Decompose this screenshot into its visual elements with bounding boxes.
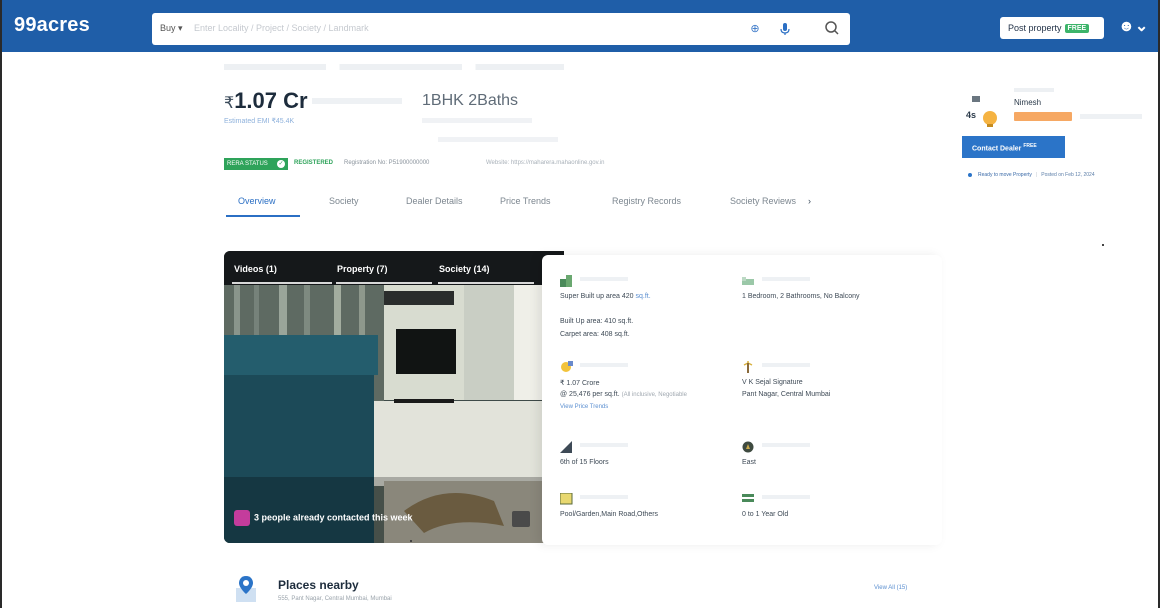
status-dot-icon <box>968 172 972 177</box>
contact-dealer-button[interactable]: Contact Dealer FREE <box>962 136 1065 158</box>
check-icon: ✓ <box>277 160 285 168</box>
site-logo[interactable]: 99acres <box>14 14 90 37</box>
locality-name: Pant Nagar, Central Mumbai <box>742 391 831 398</box>
speck <box>410 540 412 542</box>
dealer-meta <box>1080 114 1142 119</box>
price-crore: ₹ 1.07 Crore <box>560 380 600 387</box>
location-target-icon[interactable]: ⊕ <box>748 22 762 36</box>
detail-label <box>580 443 628 447</box>
media-tab-property[interactable]: Property (7) <box>337 264 388 274</box>
search-icon[interactable] <box>824 20 840 36</box>
calendar-icon <box>742 494 754 502</box>
media-gallery[interactable]: Videos (1) Property (7) Society (14) 3 p… <box>224 251 564 543</box>
tab-registry-records[interactable]: Registry Records <box>612 196 681 206</box>
view-all-places-link[interactable]: View All (15) <box>874 585 907 591</box>
svg-text:4s: 4s <box>966 110 976 120</box>
floor-value: 6th of 15 Floors <box>560 459 609 466</box>
built-up-area: Built Up area: 410 sq.ft. <box>560 318 634 325</box>
top-navbar: 99acres Buy ▾ Enter Locality / Project /… <box>2 0 1158 52</box>
media-tab-line <box>336 282 432 284</box>
section-tabs: Overview Society Dealer Details Price Tr… <box>224 188 824 218</box>
active-tab-indicator <box>226 215 300 217</box>
expand-icon[interactable] <box>512 511 530 527</box>
tab-price-trends[interactable]: Price Trends <box>500 196 551 206</box>
property-photo[interactable] <box>224 251 564 543</box>
listing-price: ₹1.07 Cr <box>224 88 308 114</box>
configuration-value: 1 Bedroom, 2 Bathrooms, No Balcony <box>742 293 860 300</box>
listing-config: 1BHK 2Baths <box>422 92 519 109</box>
detail-label <box>580 363 628 367</box>
detail-label <box>762 277 810 281</box>
overlooking-value: Pool/Garden,Main Road,Others <box>560 511 659 518</box>
page: 99acres Buy ▾ Enter Locality / Project /… <box>0 0 1160 608</box>
map-pin-icon <box>236 576 256 602</box>
post-property-label: Post property <box>1008 23 1062 33</box>
dealer-tag <box>1014 112 1072 121</box>
price-per-sqft: @ 25,476 per sq.ft. (All inclusive, Nego… <box>560 391 687 398</box>
detail-label <box>762 495 810 499</box>
dealer-panel: 4s Nimesh Contact Dealer FREE Ready to m… <box>962 86 1152 186</box>
price-value: 1.07 Cr <box>234 88 308 113</box>
tab-society-reviews[interactable]: Society Reviews <box>730 196 796 206</box>
emi-link[interactable]: Estimated EMI ₹45.4K <box>224 117 294 125</box>
bed-icon <box>742 277 754 285</box>
search-type-dropdown[interactable]: Buy ▾ <box>160 23 183 34</box>
contacted-banner: 3 people already contacted this week <box>234 510 413 526</box>
detail-label <box>580 495 628 499</box>
people-icon <box>234 510 250 526</box>
config-subtext <box>422 118 532 123</box>
area-icon <box>560 275 572 287</box>
free-badge: FREE <box>1064 24 1090 34</box>
price-subtext <box>312 98 402 104</box>
compass-icon <box>742 441 754 453</box>
user-account-icon[interactable]: ☻⌄ <box>1118 16 1148 36</box>
currency-symbol: ₹ <box>224 95 235 112</box>
detail-label <box>580 277 628 281</box>
price-tag-icon <box>561 361 573 372</box>
registration-number: Registration No: P51900000000 <box>344 160 430 166</box>
view-price-trends-link[interactable]: View Price Trends <box>560 404 608 410</box>
tab-dealer-details[interactable]: Dealer Details <box>406 196 463 206</box>
dealer-logo-icon: 4s <box>966 96 997 127</box>
speck <box>1102 244 1104 246</box>
rera-website[interactable]: Website: https://maharera.mahaonline.gov… <box>486 160 605 166</box>
overlooking-window-icon <box>560 493 573 505</box>
places-nearby-address: 555, Pant Nagar, Central Mumbai, Mumbai <box>278 596 392 602</box>
search-input[interactable]: Enter Locality / Project / Society / Lan… <box>194 23 369 33</box>
contacted-text: 3 people already contacted this week <box>254 512 413 523</box>
search-bar[interactable]: Buy ▾ Enter Locality / Project / Society… <box>152 13 850 45</box>
dealer-label <box>1014 88 1054 92</box>
ready-row: Ready to move Property | Posted on Feb 12,… <box>968 172 1095 178</box>
dealer-name: Nimesh <box>1014 98 1042 107</box>
property-details-card: Super Built up area 420 sq.ft. Built Up … <box>542 255 942 545</box>
media-tab-society[interactable]: Society (14) <box>439 264 490 274</box>
media-tab-line <box>438 282 534 284</box>
location-subtext <box>438 137 558 142</box>
posted-date: Posted on Feb 12, 2024 <box>1041 172 1095 178</box>
tabs-next-arrow-icon[interactable]: › <box>808 196 811 206</box>
places-nearby-title: Places nearby <box>278 578 359 592</box>
tab-society[interactable]: Society <box>329 196 359 206</box>
media-tab-videos[interactable]: Videos (1) <box>234 264 277 274</box>
floor-stairs-icon <box>560 441 572 453</box>
detail-label <box>762 363 810 367</box>
media-tabs: Videos (1) Property (7) Society (14) <box>224 251 564 285</box>
media-tab-line <box>232 282 332 284</box>
post-property-button[interactable]: Post property FREE <box>1000 17 1104 39</box>
facing-value: East <box>742 459 757 466</box>
microphone-icon[interactable] <box>778 21 792 37</box>
ready-status: Ready to move Property <box>978 172 1032 178</box>
carpet-area: Carpet area: 408 sq.ft. <box>560 331 630 338</box>
rera-registered: REGISTERED <box>294 160 334 166</box>
property-age-value: 0 to 1 Year Old <box>742 511 789 518</box>
detail-label <box>762 443 810 447</box>
super-built-up-area: Super Built up area 420 sq.ft. <box>560 293 651 300</box>
palm-tree-icon <box>743 361 753 373</box>
society-name: V K Sejal Signature <box>742 379 803 386</box>
tab-overview[interactable]: Overview <box>238 196 276 206</box>
breadcrumb <box>224 64 564 70</box>
